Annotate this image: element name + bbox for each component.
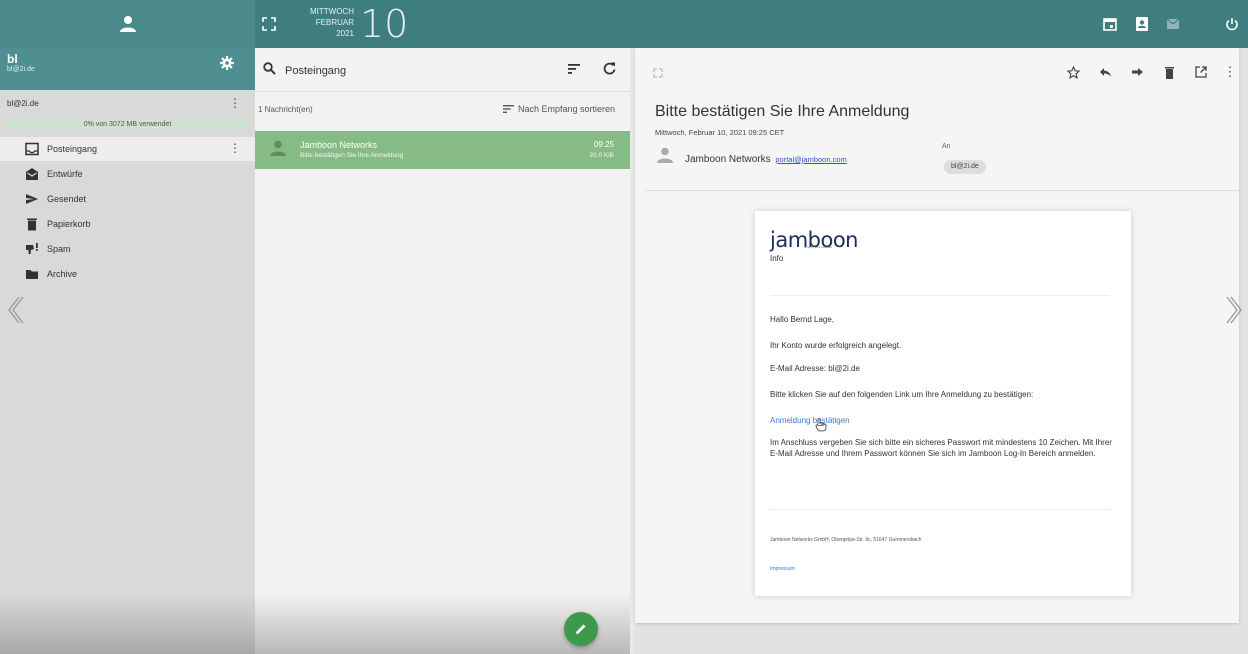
day-number: 10 bbox=[360, 2, 409, 46]
folder-icon bbox=[26, 270, 38, 279]
list-item[interactable]: Jamboon Networks Bitte bestätigen Sie Ih… bbox=[255, 131, 630, 169]
footer-address: Jamboon Networks GmbH, Obergelpe-Str. 9c… bbox=[770, 537, 922, 543]
calendar-icon[interactable] bbox=[1101, 15, 1119, 33]
reading-pane: ⋮ Bitte bestätigen Sie Ihre Anmeldung Mi… bbox=[635, 48, 1248, 654]
user-icon[interactable] bbox=[119, 15, 137, 33]
sort-button[interactable]: Nach Empfang sortieren bbox=[503, 104, 615, 114]
message-count: 1 Nachricht(en) bbox=[258, 105, 313, 114]
folder-entwuerfe[interactable]: Entwürfe bbox=[0, 162, 255, 186]
month: FEBRUAR bbox=[315, 18, 354, 27]
impressum-link[interactable]: Impressum bbox=[770, 566, 795, 572]
search-bar[interactable]: Posteingang bbox=[255, 48, 630, 92]
next-arrow-icon[interactable] bbox=[1226, 295, 1244, 325]
previous-arrow-icon[interactable] bbox=[6, 295, 24, 325]
logo-tagline: simplify your network bbox=[804, 245, 833, 249]
fullscreen-icon[interactable] bbox=[262, 17, 276, 31]
more-icon[interactable]: ⋮ bbox=[229, 96, 241, 110]
weekday: MITTWOCH bbox=[310, 7, 354, 16]
divider bbox=[770, 509, 1110, 510]
gear-icon[interactable] bbox=[220, 56, 234, 70]
hand-cursor-icon bbox=[815, 418, 827, 432]
to-label: An bbox=[942, 143, 951, 150]
spam-icon bbox=[26, 243, 38, 254]
search-icon[interactable] bbox=[263, 62, 276, 75]
top-bar: MITTWOCH FEBRUAR 2021 10 bbox=[0, 0, 1248, 48]
contacts-icon[interactable] bbox=[1133, 15, 1151, 33]
message-time: 09:25 bbox=[593, 140, 614, 149]
divider bbox=[770, 295, 1110, 296]
folder-label: Archive bbox=[47, 269, 78, 279]
sort-label: Nach Empfang sortieren bbox=[518, 104, 616, 114]
sidebar: bl bl@2i.de bl@2i.de ⋮ 0% von 3072 MB ve… bbox=[0, 48, 255, 654]
sort-icon[interactable] bbox=[568, 64, 580, 74]
more-icon[interactable]: ⋮ bbox=[229, 141, 241, 155]
user-name: bl bbox=[7, 52, 18, 66]
sidebar-footer bbox=[0, 594, 255, 654]
message-view: ⋮ Bitte bestätigen Sie Ihre Anmeldung Mi… bbox=[635, 48, 1239, 623]
folder-spam[interactable]: Spam bbox=[0, 237, 255, 261]
folder-papierkorb[interactable]: Papierkorb bbox=[0, 212, 255, 236]
avatar-icon bbox=[270, 140, 286, 156]
folder-posteingang[interactable]: Posteingang ⋮ bbox=[0, 137, 255, 161]
message-list-pane: Posteingang 1 Nachricht(en) Nach Empfang… bbox=[255, 48, 630, 654]
mail-info: Info bbox=[770, 254, 784, 263]
recipient-chip[interactable]: bl@2i.de bbox=[944, 160, 986, 174]
refresh-icon[interactable] bbox=[603, 62, 616, 75]
folder-label: Entwürfe bbox=[47, 169, 83, 179]
pencil-icon bbox=[576, 624, 586, 634]
divider bbox=[645, 190, 1239, 191]
message-subject: Bitte bestätigen Sie Ihre Anmeldung bbox=[300, 152, 404, 159]
mail-line: Im Anschluss vergeben Sie sich bitte ein… bbox=[770, 438, 1112, 458]
greeting: Hallo Bernd Lage, bbox=[770, 315, 835, 324]
forward-icon[interactable] bbox=[1130, 65, 1144, 79]
message-sender: Jamboon Networks bbox=[300, 140, 378, 150]
user-area bbox=[0, 0, 255, 48]
reply-icon[interactable] bbox=[1098, 65, 1112, 79]
email-body: jamboon simplify your network Info Hallo… bbox=[755, 211, 1131, 596]
sender: Jamboon Networks portal@jamboon.com bbox=[685, 154, 847, 165]
message-toolbar: ⋮ bbox=[635, 48, 1239, 92]
quota-text: 0% von 3072 MB verwendet bbox=[83, 121, 172, 128]
search-input[interactable]: Posteingang bbox=[285, 65, 346, 77]
year: 2021 bbox=[336, 29, 354, 38]
power-icon[interactable] bbox=[1223, 15, 1241, 33]
date-display: MITTWOCH FEBRUAR 2021 bbox=[292, 6, 354, 39]
message-size: 20.0 KiB bbox=[589, 152, 614, 159]
message-subject: Bitte bestätigen Sie Ihre Anmeldung bbox=[655, 103, 910, 120]
mail-line: Bitte klicken Sie auf den folgenden Link… bbox=[770, 390, 1034, 399]
account-row[interactable]: bl@2i.de ⋮ bbox=[0, 94, 255, 112]
mail-line: E-Mail Adresse: bl@2i.de bbox=[770, 364, 860, 373]
trash-icon bbox=[27, 218, 37, 231]
avatar-icon bbox=[657, 147, 673, 163]
star-icon[interactable] bbox=[1066, 65, 1080, 79]
more-icon[interactable]: ⋮ bbox=[1223, 64, 1237, 79]
open-external-icon[interactable] bbox=[1194, 65, 1208, 79]
send-icon bbox=[26, 194, 38, 204]
delete-icon[interactable] bbox=[1162, 65, 1176, 79]
account-label: bl@2i.de bbox=[7, 99, 39, 108]
folder-archive[interactable]: Archive bbox=[0, 262, 255, 286]
folder-gesendet[interactable]: Gesendet bbox=[0, 187, 255, 211]
mail-line: Ihr Konto wurde erfolgreich angelegt. bbox=[770, 341, 902, 350]
drafts-icon bbox=[26, 168, 38, 180]
folder-label: Gesendet bbox=[47, 194, 87, 204]
user-email: bl@2i.de bbox=[7, 66, 35, 73]
account-header: bl bl@2i.de bbox=[0, 48, 255, 90]
compose-button[interactable] bbox=[564, 612, 598, 646]
inbox-icon bbox=[25, 142, 39, 156]
folder-label: Papierkorb bbox=[47, 219, 91, 229]
sender-email-link[interactable]: portal@jamboon.com bbox=[775, 155, 846, 164]
folder-label: Spam bbox=[47, 244, 71, 254]
message-date: Mittwoch, Februar 10, 2021 09:25 CET bbox=[655, 128, 785, 137]
folder-label: Posteingang bbox=[47, 144, 98, 154]
sender-name: Jamboon Networks bbox=[685, 154, 771, 165]
mail-icon[interactable] bbox=[1164, 15, 1182, 33]
fullscreen-icon[interactable] bbox=[653, 68, 663, 78]
sort-icon bbox=[503, 105, 514, 113]
